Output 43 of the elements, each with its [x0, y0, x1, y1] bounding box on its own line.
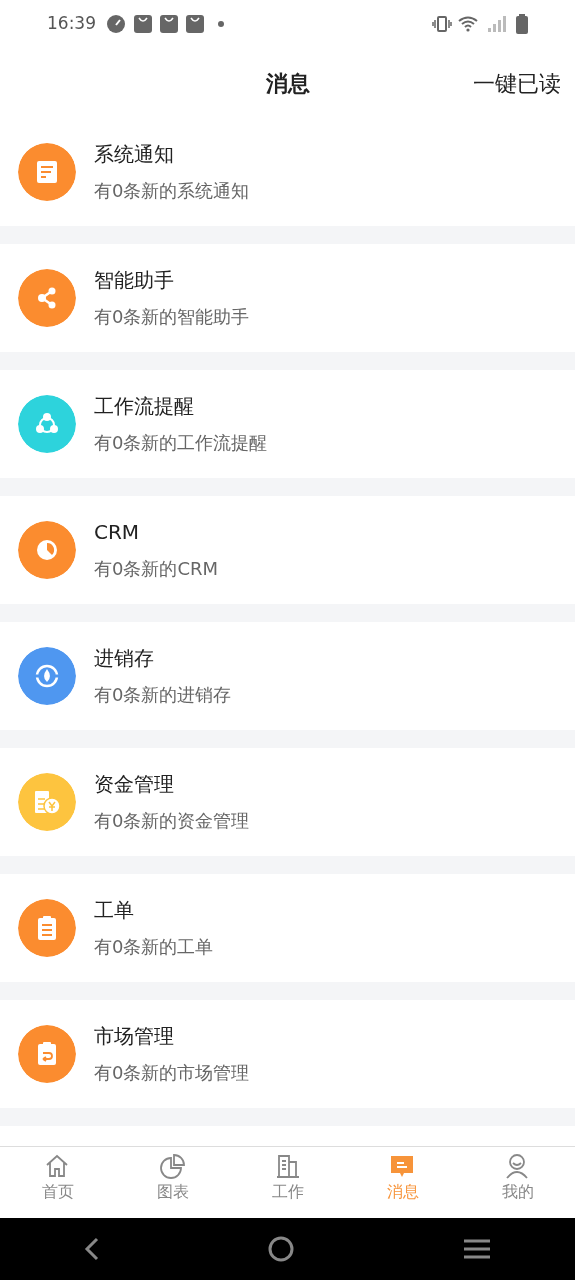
- message-category-item[interactable]: 工作流提醒 有0条新的工作流提醒: [0, 370, 575, 478]
- category-summary: 有0条新的进销存: [94, 684, 232, 706]
- category-summary: 有0条新的市场管理: [94, 1062, 250, 1084]
- category-summary: 有0条新的系统通知: [94, 180, 250, 202]
- category-summary: 有0条新的工作流提醒: [94, 432, 268, 454]
- tab[interactable]: 工作: [230, 1147, 345, 1218]
- mark-all-read-button[interactable]: 一键已读: [473, 66, 561, 100]
- category-title: 智能助手: [94, 268, 175, 293]
- category-title: 工单: [94, 898, 135, 923]
- tab[interactable]: 图表: [115, 1147, 230, 1218]
- message-category-item[interactable]: 资金管理 有0条新的资金管理: [0, 748, 575, 856]
- page-title: 消息: [265, 69, 310, 98]
- bag-icon: [186, 15, 204, 33]
- message-category-item[interactable]: CRM 有0条新的CRM: [0, 496, 575, 604]
- status-time: 16:39: [47, 12, 96, 36]
- gauge-icon: [106, 14, 126, 34]
- category-title: CRM: [94, 520, 141, 545]
- home-button-icon[interactable]: [267, 1235, 296, 1263]
- tab[interactable]: 首页: [0, 1147, 115, 1218]
- signal-icon: [488, 16, 506, 32]
- message-category-item[interactable]: 系统通知 有0条新的系统通知: [0, 118, 575, 226]
- message-category-item[interactable]: 智能助手 有0条新的智能助手: [0, 244, 575, 352]
- category-summary: 有0条新的资金管理: [94, 810, 250, 832]
- category-title: 系统通知: [94, 142, 175, 167]
- battery-icon: [516, 14, 528, 34]
- category-summary: 有0条新的CRM: [94, 558, 219, 580]
- category-summary: 有0条新的工单: [94, 936, 214, 958]
- category-title: 市场管理: [94, 1024, 175, 1049]
- tab[interactable]: 我的: [460, 1147, 575, 1218]
- category-summary: 有0条新的智能助手: [94, 306, 250, 328]
- wifi-icon: [458, 16, 478, 32]
- back-icon[interactable]: [83, 1237, 100, 1261]
- category-title: 资金管理: [94, 772, 175, 797]
- menu-icon[interactable]: [463, 1238, 492, 1260]
- message-category-item[interactable]: 工单 有0条新的工单: [0, 874, 575, 982]
- category-title: 工作流提醒: [94, 394, 195, 419]
- message-category-item[interactable]: 市场管理 有0条新的市场管理: [0, 1000, 575, 1108]
- vibrate-icon: [432, 16, 452, 32]
- category-title: 进销存: [94, 646, 155, 671]
- bag-icon: [160, 15, 178, 33]
- bag-icon: [134, 15, 152, 33]
- message-category-item[interactable]: 进销存 有0条新的进销存: [0, 622, 575, 730]
- dot-icon: [218, 21, 224, 27]
